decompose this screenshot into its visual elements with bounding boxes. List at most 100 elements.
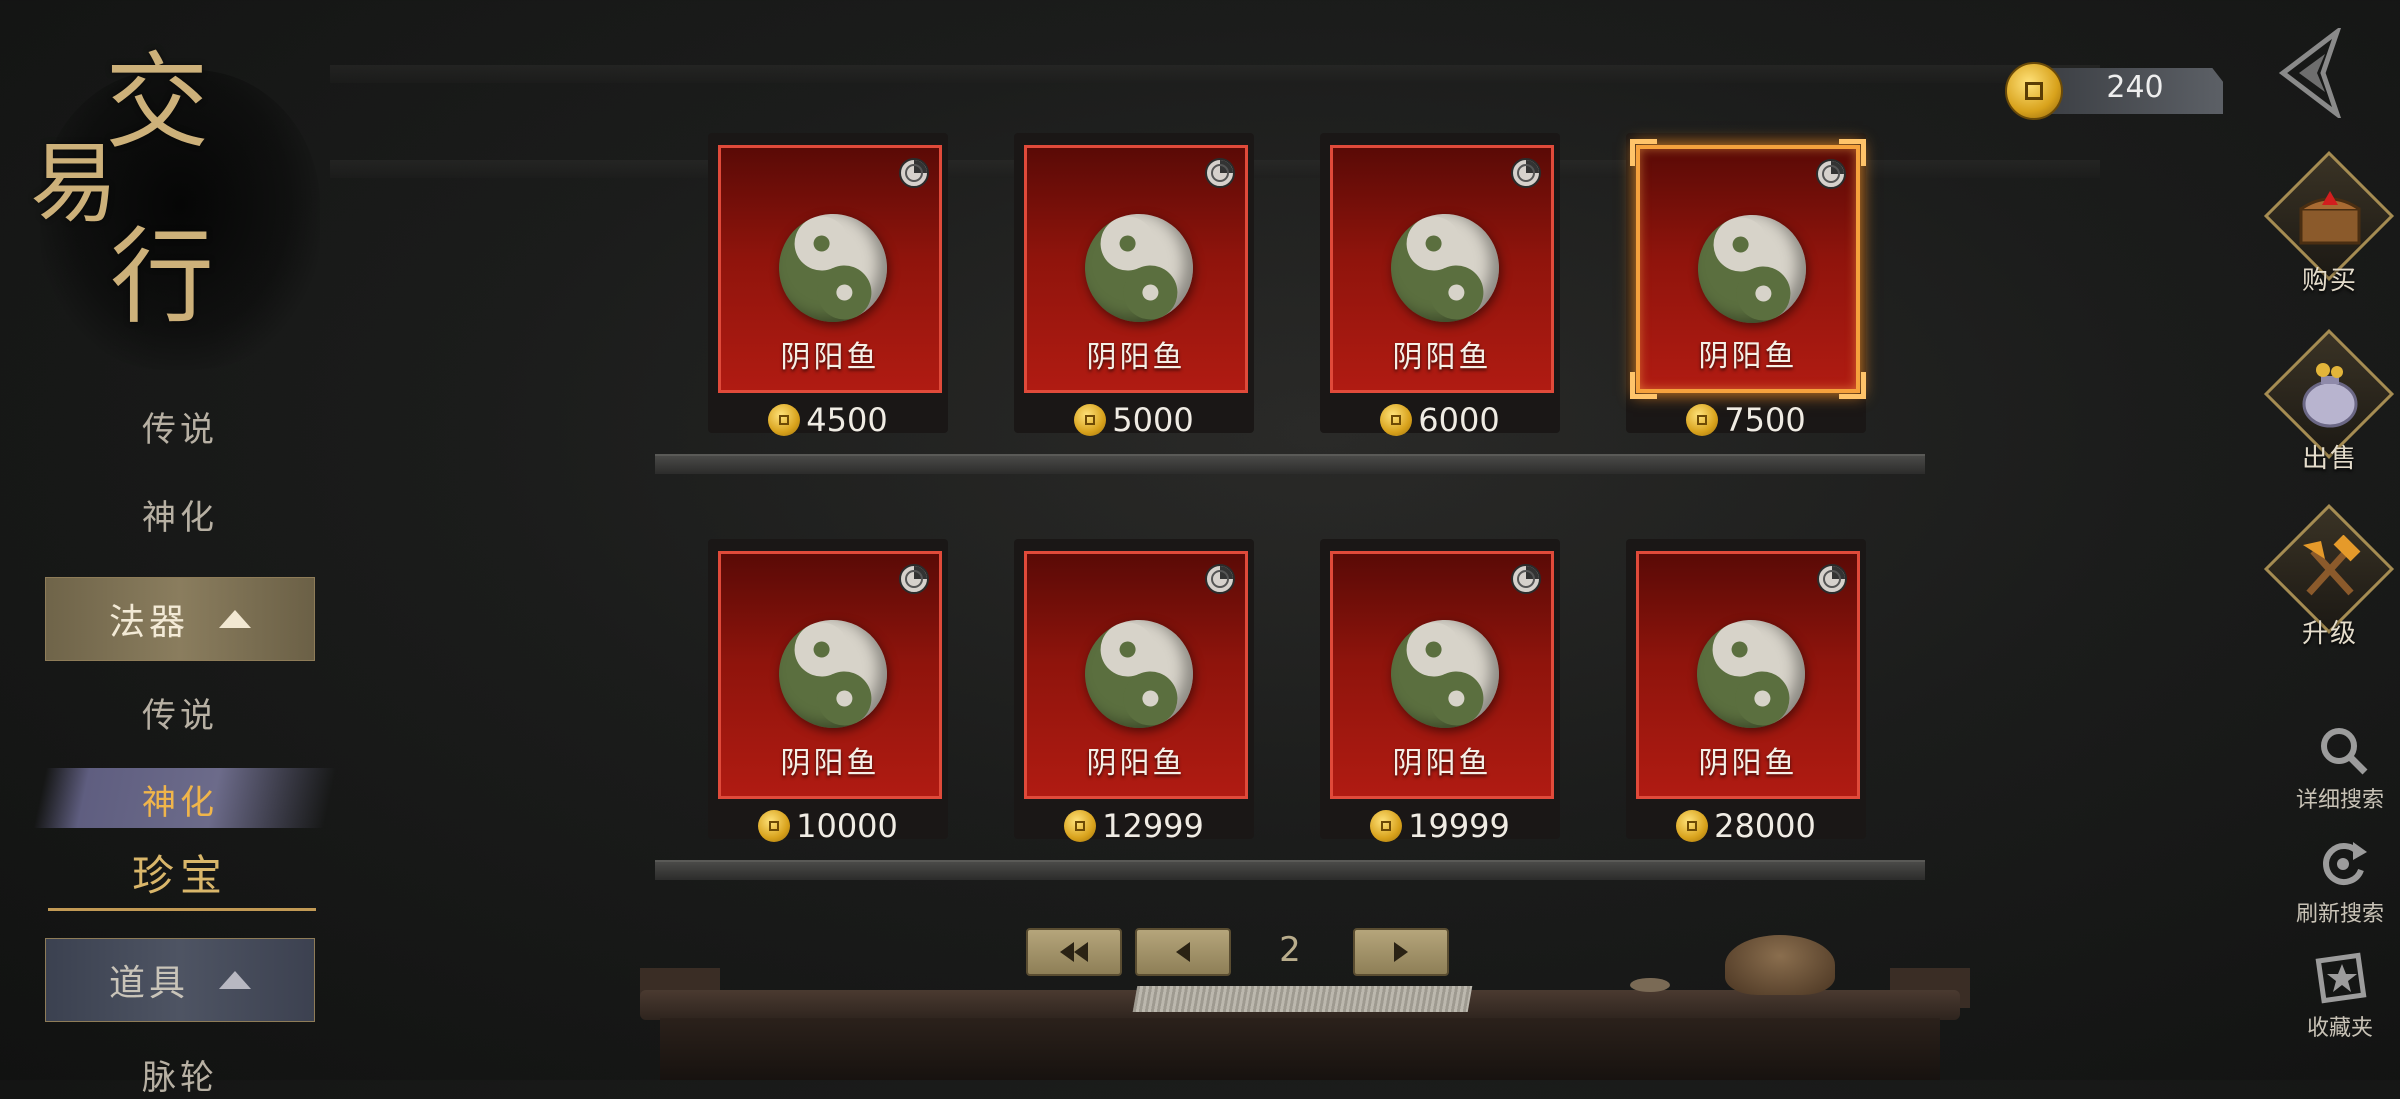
timer-icon (1511, 564, 1541, 594)
refresh-search-label: 刷新搜索 (2295, 902, 2384, 927)
item-price: 28000 (1714, 807, 1816, 845)
item-name: 阴阳鱼 (1086, 746, 1186, 781)
back-button[interactable] (2275, 25, 2345, 121)
item-card-frame: 阴阳鱼 (1024, 145, 1248, 393)
double-left-arrow-icon (1074, 942, 1088, 962)
coin-icon (1074, 404, 1107, 436)
item-price: 19999 (1408, 807, 1510, 845)
yinyang-fish-icon (1680, 197, 1824, 341)
item-card[interactable]: 阴阳鱼 5000 (1014, 133, 1254, 439)
item-card-selected[interactable]: 阴阳鱼 7500 (1626, 133, 1866, 439)
coin-icon (1370, 810, 1403, 842)
price-row: 6000 (1320, 401, 1560, 439)
double-left-arrow-icon (1060, 942, 1074, 962)
upgrade-button[interactable]: 升级 (2263, 503, 2395, 649)
item-card[interactable]: 阴阳鱼 4500 (708, 133, 948, 439)
item-card[interactable]: 阴阳鱼 6000 (1320, 133, 1560, 439)
page-title: 交 易 行 (20, 30, 340, 370)
price-row: 5000 (1014, 401, 1254, 439)
nav-item-divine[interactable]: 神化 (45, 490, 315, 539)
left-arrow-icon (1176, 942, 1190, 962)
yinyang-fish-icon (1373, 602, 1517, 746)
nav-item-legend[interactable]: 传说 (45, 688, 315, 737)
buy-label: 购买 (2301, 266, 2358, 296)
timer-icon (1511, 158, 1541, 188)
next-page-button[interactable] (1353, 928, 1449, 976)
detail-search-button[interactable]: 详细搜索 (2290, 722, 2390, 832)
nav-category-artifact[interactable]: 法器 (45, 577, 315, 661)
item-card[interactable]: 阴阳鱼 10000 (708, 539, 948, 845)
nav-item-divine-selected[interactable]: 神化 (45, 775, 315, 824)
shelf (655, 860, 1925, 880)
yinyang-fish-icon (1067, 196, 1211, 340)
upgrade-label: 升级 (2301, 619, 2358, 649)
nav-item-legend[interactable]: 传说 (45, 402, 315, 451)
yinyang-fish-icon (761, 196, 905, 340)
incense-burner (1725, 935, 1835, 995)
yinyang-fish-icon (1067, 602, 1211, 746)
timer-icon (1205, 564, 1235, 594)
star-folder-icon (2315, 950, 2371, 1006)
buy-button[interactable]: 购买 (2263, 150, 2395, 296)
item-name: 阴阳鱼 (1392, 746, 1492, 781)
item-price: 6000 (1418, 401, 1500, 439)
favorites-label: 收藏夹 (2306, 1016, 2373, 1041)
price-row: 10000 (708, 807, 948, 845)
yinyang-fish-icon (1679, 602, 1823, 746)
price-row: 19999 (1320, 807, 1560, 845)
selection-corner (1630, 372, 1657, 399)
item-name: 阴阳鱼 (1086, 340, 1186, 375)
sell-label: 出售 (2301, 444, 2358, 474)
timer-icon (899, 158, 929, 188)
item-card-frame: 阴阳鱼 (718, 551, 942, 799)
item-price: 10000 (796, 807, 898, 845)
nav-category-label: 法器 (108, 602, 189, 643)
hammer-axe-icon (2295, 535, 2365, 605)
collapse-arrow-icon (219, 971, 251, 989)
item-card-frame: 阴阳鱼 (1024, 551, 1248, 799)
paper-scroll (1132, 986, 1473, 1012)
detail-search-label: 详细搜索 (2295, 788, 2384, 813)
yinyang-fish-icon (1373, 196, 1517, 340)
tea-cup (1630, 978, 1670, 992)
coin-icon (1676, 810, 1709, 842)
item-name: 阴阳鱼 (1392, 340, 1492, 375)
item-name: 阴阳鱼 (780, 340, 880, 375)
item-card[interactable]: 阴阳鱼 12999 (1014, 539, 1254, 845)
coin-icon (1380, 404, 1413, 436)
page-number: 2 (1279, 930, 1301, 970)
item-card[interactable]: 阴阳鱼 19999 (1320, 539, 1560, 845)
nav-category-props[interactable]: 道具 (45, 938, 315, 1022)
prev-page-button[interactable] (1135, 928, 1231, 976)
coin-icon (768, 404, 801, 436)
desk-body (660, 1018, 1940, 1080)
coin-icon (1064, 810, 1097, 842)
currency-value: 240 (2106, 70, 2164, 105)
price-row: 12999 (1014, 807, 1254, 845)
price-row: 28000 (1626, 807, 1866, 845)
nav-item-chakra[interactable]: 脉轮 (45, 1050, 315, 1099)
refresh-icon (2315, 836, 2371, 892)
first-page-button[interactable] (1026, 928, 1122, 976)
price-row: 4500 (708, 401, 948, 439)
coin-icon (1686, 404, 1719, 436)
item-price: 7500 (1724, 401, 1806, 439)
item-price: 5000 (1112, 401, 1194, 439)
price-row: 7500 (1626, 401, 1866, 439)
collapse-arrow-icon (219, 610, 251, 628)
nav-section-treasure[interactable]: 珍宝 (45, 842, 315, 903)
timer-icon (899, 564, 929, 594)
item-card-frame: 阴阳鱼 (718, 145, 942, 393)
item-card[interactable]: 阴阳鱼 28000 (1626, 539, 1866, 845)
item-card-frame: 阴阳鱼 (1636, 551, 1860, 799)
nav-category-label: 道具 (108, 963, 189, 1004)
title-char: 交 (105, 41, 210, 163)
title-char: 行 (110, 216, 215, 338)
treasure-chest-icon (2295, 182, 2365, 252)
selection-corner (1839, 372, 1866, 399)
coin-icon (2005, 62, 2063, 120)
favorites-button[interactable]: 收藏夹 (2290, 950, 2390, 1060)
sell-button[interactable]: 出售 (2263, 328, 2395, 474)
selection-corner (1630, 139, 1657, 166)
refresh-search-button[interactable]: 刷新搜索 (2290, 836, 2390, 946)
